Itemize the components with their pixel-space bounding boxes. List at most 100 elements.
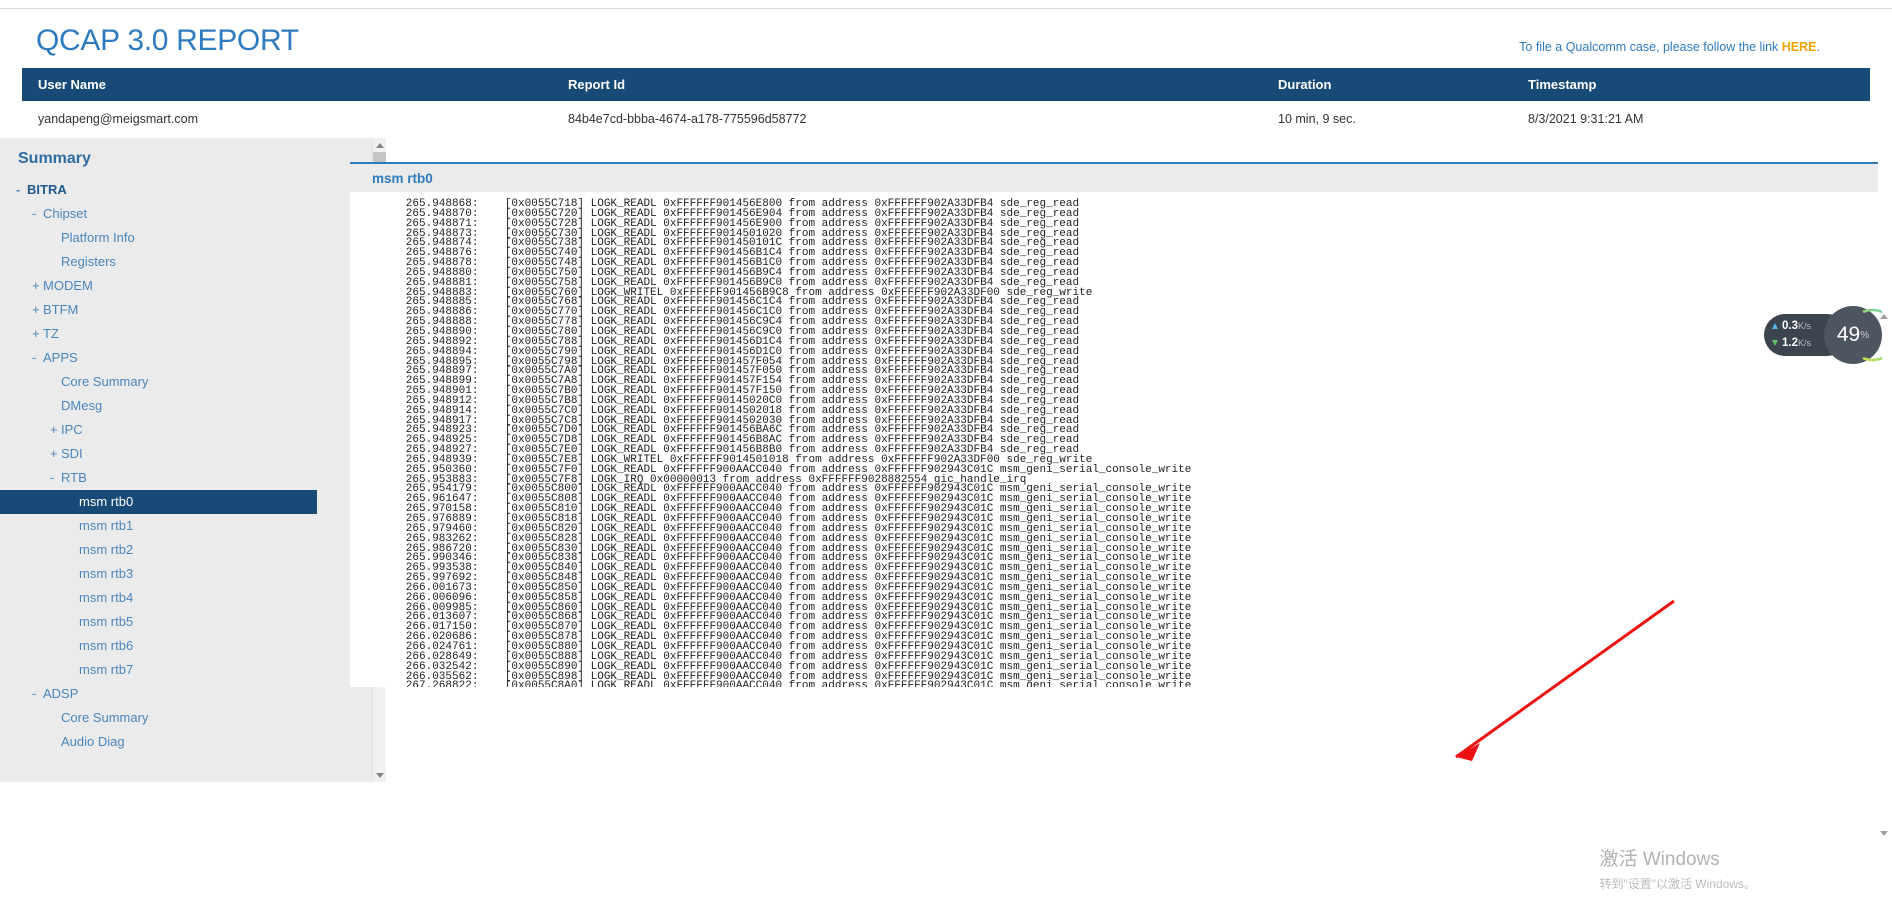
- sidebar-item-label: Chipset: [43, 206, 88, 221]
- collapse-icon[interactable]: -: [32, 682, 43, 706]
- sidebar-item-msm-rtb2[interactable]: msm rtb2: [0, 538, 372, 562]
- sidebar-item-label: Registers: [61, 254, 116, 269]
- sidebar-item-registers[interactable]: Registers: [0, 250, 372, 274]
- column-header-duration: Duration: [1278, 77, 1332, 92]
- sidebar-item-label: APPS: [43, 350, 78, 365]
- log-panel: msm rtb0 265.948868: [0x0055C718] LOGK_R…: [350, 162, 1878, 687]
- collapse-icon[interactable]: -: [32, 202, 43, 226]
- sidebar-item-core-summary[interactable]: Core Summary: [0, 706, 372, 730]
- sidebar-item-msm-rtb5[interactable]: msm rtb5: [0, 610, 372, 634]
- sidebar-item-chipset[interactable]: - Chipset: [0, 202, 372, 226]
- sidebar-item-msm-rtb7[interactable]: msm rtb7: [0, 658, 372, 682]
- navigation-tree: Summary - BITRA - Chipset Platform Info Regis…: [0, 138, 372, 754]
- expand-icon[interactable]: +: [32, 274, 43, 298]
- sidebar-item-label: msm rtb0: [79, 494, 134, 509]
- download-speed-value: 1.2: [1782, 337, 1798, 349]
- upload-speed-unit: K/s: [1798, 321, 1812, 331]
- sidebar: Summary - BITRA - Chipset Platform Info Regis…: [0, 138, 386, 898]
- qualcomm-case-note: To file a Qualcomm case, please follow t…: [1519, 40, 1820, 54]
- collapse-icon[interactable]: -: [16, 178, 27, 202]
- case-link-here[interactable]: HERE: [1782, 40, 1817, 54]
- network-speed-widget[interactable]: 0.3K/s 1.2K/s 49 %: [1764, 306, 1882, 364]
- sidebar-item-label: RTB: [61, 470, 87, 485]
- sidebar-item-label: msm rtb2: [79, 542, 134, 557]
- expand-icon[interactable]: +: [50, 442, 61, 466]
- cell-user-name: yandapeng@meigsmart.com: [38, 112, 198, 126]
- sidebar-item-label: Audio Diag: [61, 734, 125, 749]
- sidebar-item-rtb[interactable]: - RTB: [0, 466, 372, 490]
- browser-tab-strip: [560, 0, 1000, 6]
- sidebar-item-btfm[interactable]: + BTFM: [0, 298, 372, 322]
- body-area: Summary - BITRA - Chipset Platform Info Regis…: [0, 138, 1892, 898]
- sidebar-item-label: TZ: [43, 326, 59, 341]
- sidebar-item-label: msm rtb4: [79, 590, 134, 605]
- sidebar-item-label: Core Summary: [61, 710, 149, 725]
- sidebar-item-label: msm rtb7: [79, 662, 134, 677]
- page-title: QCAP 3.0 REPORT: [36, 24, 299, 57]
- sidebar-item-msm-rtb1[interactable]: msm rtb1: [0, 514, 372, 538]
- collapse-icon[interactable]: -: [50, 466, 61, 490]
- report-meta-table: User Name Report Id Duration Timestamp y…: [22, 68, 1870, 137]
- sidebar-item-msm-rtb0[interactable]: msm rtb0: [0, 490, 317, 514]
- download-arrow-icon: [1772, 340, 1778, 346]
- cpu-usage-dial[interactable]: 49%: [1824, 306, 1882, 364]
- log-text: 265.948868: [0x0055C718] LOGK_READL 0xFF…: [405, 198, 1192, 687]
- report-header: QCAP 3.0 REPORT To file a Qualcomm case,…: [0, 10, 1892, 68]
- download-speed-unit: K/s: [1798, 338, 1812, 348]
- case-note-suffix: .: [1816, 40, 1820, 54]
- cell-duration: 10 min, 9 sec.: [1278, 112, 1356, 126]
- table-header-row: User Name Report Id Duration Timestamp: [22, 68, 1870, 101]
- sidebar-item-modem[interactable]: + MODEM: [0, 274, 372, 298]
- sidebar-item-bitra[interactable]: - BITRA: [0, 178, 372, 202]
- sidebar-item-label: SDI: [61, 446, 83, 461]
- dial-ring-icon: [1862, 308, 1882, 362]
- sidebar-item-label: Platform Info: [61, 230, 135, 245]
- expand-icon[interactable]: +: [32, 298, 43, 322]
- sidebar-item-core-summary[interactable]: Core Summary: [0, 370, 372, 394]
- sidebar-item-label: msm rtb5: [79, 614, 134, 629]
- sidebar-item-label: DMesg: [61, 398, 103, 413]
- sidebar-item-label: BITRA: [27, 182, 67, 197]
- sidebar-item-sdi[interactable]: + SDI: [0, 442, 372, 466]
- sidebar-item-label: msm rtb1: [79, 518, 134, 533]
- sidebar-item-label: msm rtb3: [79, 566, 134, 581]
- main-content: msm rtb0 265.948868: [0x0055C718] LOGK_R…: [336, 138, 1892, 898]
- sidebar-item-msm-rtb3[interactable]: msm rtb3: [0, 562, 372, 586]
- sidebar-title: Summary: [18, 150, 91, 167]
- windows-activation-watermark: 激活 Windows 转到"设置"以激活 Windows。: [1599, 844, 1756, 892]
- watermark-line-2: 转到"设置"以激活 Windows。: [1599, 877, 1756, 891]
- sidebar-item-platform-info[interactable]: Platform Info: [0, 226, 372, 250]
- column-header-report-id: Report Id: [568, 77, 626, 92]
- browser-chrome-strip: [0, 0, 1892, 9]
- sidebar-item-label: BTFM: [43, 302, 79, 317]
- sidebar-item-label: msm rtb6: [79, 638, 134, 653]
- cell-report-id: 84b4e7cd-bbba-4674-a178-775596d58772: [568, 112, 807, 126]
- log-panel-title: msm rtb0: [350, 164, 1878, 192]
- log-scrollbar[interactable]: [1877, 310, 1890, 840]
- column-header-user-name: User Name: [38, 77, 106, 92]
- sidebar-item-label: MODEM: [43, 278, 93, 293]
- sidebar-item-label: ADSP: [43, 686, 79, 701]
- sidebar-item-dmesg[interactable]: DMesg: [0, 394, 372, 418]
- log-scroll-down-icon[interactable]: [1877, 827, 1890, 840]
- collapse-icon[interactable]: -: [32, 346, 43, 370]
- upload-speed-value: 0.3: [1782, 320, 1798, 332]
- sidebar-item-label: IPC: [61, 422, 83, 437]
- expand-icon[interactable]: +: [50, 418, 61, 442]
- column-header-timestamp: Timestamp: [1528, 77, 1597, 92]
- log-viewport[interactable]: 265.948868: [0x0055C718] LOGK_READL 0xFF…: [350, 192, 1878, 687]
- sidebar-item-ipc[interactable]: + IPC: [0, 418, 372, 442]
- sidebar-item-label: Core Summary: [61, 374, 149, 389]
- sidebar-item-adsp[interactable]: - ADSP: [0, 682, 372, 706]
- sidebar-item-msm-rtb6[interactable]: msm rtb6: [0, 634, 372, 658]
- sidebar-item-tz[interactable]: + TZ: [0, 322, 372, 346]
- qcap-report-page: QCAP 3.0 REPORT To file a Qualcomm case,…: [0, 0, 1892, 898]
- sidebar-item-audio-diag[interactable]: Audio Diag: [0, 730, 372, 754]
- upload-arrow-icon: [1772, 323, 1778, 329]
- sidebar-item-apps[interactable]: - APPS: [0, 346, 372, 370]
- cell-timestamp: 8/3/2021 9:31:21 AM: [1528, 112, 1644, 126]
- table-row: yandapeng@meigsmart.com 84b4e7cd-bbba-46…: [22, 101, 1870, 137]
- case-note-prefix: To file a Qualcomm case, please follow t…: [1519, 40, 1782, 54]
- expand-icon[interactable]: +: [32, 322, 43, 346]
- sidebar-item-msm-rtb4[interactable]: msm rtb4: [0, 586, 372, 610]
